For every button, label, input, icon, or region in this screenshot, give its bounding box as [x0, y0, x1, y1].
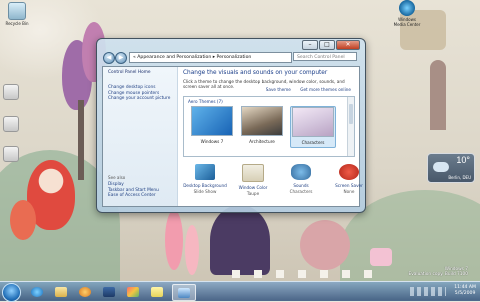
- window-color-icon: [242, 164, 264, 182]
- theme-name: Architecture: [249, 139, 275, 144]
- taskbar: 11:44 AM 5/5/2009: [0, 281, 480, 302]
- minimize-button[interactable]: –: [302, 40, 318, 50]
- main-pane: Change the visuals and sounds on your co…: [183, 70, 363, 206]
- theme-architecture[interactable]: Architecture: [240, 106, 284, 144]
- app-icon: [103, 287, 115, 297]
- clock-date: 5/5/2009: [454, 291, 476, 296]
- desktop-shortcut-icon[interactable]: [3, 146, 19, 162]
- wallpaper-character: [210, 205, 270, 275]
- theme-characters[interactable]: Characters: [290, 106, 336, 148]
- theme-links: Save theme Get more themes online: [258, 87, 351, 92]
- task-links: Change desktop icons Change mouse pointe…: [103, 85, 170, 102]
- wallpaper-cups: [232, 270, 382, 278]
- sounds-icon: [291, 164, 311, 180]
- recycle-bin-icon: [8, 2, 26, 20]
- screen-saver-setting[interactable]: Screen Saver None: [327, 164, 371, 194]
- taskbar-internet-explorer[interactable]: [26, 284, 48, 299]
- setting-value: None: [343, 189, 355, 194]
- sticky-notes-icon: [151, 287, 163, 297]
- taskbar-app[interactable]: [98, 284, 120, 299]
- desktop-icon-label: Windows Media Center: [393, 17, 421, 27]
- media-center-icon: [399, 0, 415, 16]
- desktop-background-icon: [195, 164, 215, 180]
- setting-label: Screen Saver: [335, 183, 363, 188]
- desktop-background-setting[interactable]: Desktop Background Slide Show: [183, 164, 227, 194]
- theme-name: Characters: [301, 140, 325, 145]
- setting-value: Taupe: [246, 191, 260, 196]
- theme-windows7[interactable]: Windows 7: [190, 106, 234, 144]
- theme-preview: [241, 106, 283, 136]
- theme-preview: [292, 107, 334, 137]
- taskbar-sticky-notes[interactable]: [146, 284, 168, 299]
- ease-of-access-link[interactable]: Ease of Access Center: [108, 193, 159, 199]
- notification-area[interactable]: [410, 287, 446, 296]
- wallpaper-doll: [10, 200, 36, 240]
- wallpaper-trunk: [78, 100, 84, 180]
- desktop-icon-media-center[interactable]: Windows Media Center: [392, 0, 422, 27]
- forward-button[interactable]: ▶: [115, 52, 127, 64]
- setting-value: Slide Show: [193, 189, 217, 194]
- paint-icon: [127, 287, 139, 297]
- taskbar-paint[interactable]: [122, 284, 144, 299]
- sounds-setting[interactable]: Sounds Characters: [279, 164, 323, 194]
- desktop-icon-label: Recycle Bin: [5, 21, 29, 26]
- change-account-picture-link[interactable]: Change your account picture: [108, 96, 170, 102]
- desktop-shortcut-icon[interactable]: [3, 116, 19, 132]
- personalization-window[interactable]: – □ ✕ ◀ ▶ « Appearance and Personalizati…: [96, 38, 366, 213]
- maximize-button[interactable]: □: [319, 40, 335, 50]
- taskbar-control-panel[interactable]: [172, 284, 196, 301]
- back-button[interactable]: ◀: [103, 52, 115, 64]
- window-controls: – □ ✕: [302, 40, 360, 50]
- see-also-label: See also: [108, 175, 126, 180]
- theme-name: Windows 7: [200, 139, 224, 144]
- wallpaper-plant: [185, 225, 199, 275]
- screen-saver-icon: [339, 164, 359, 180]
- weather-city: Berlin, DEU: [448, 175, 471, 180]
- window-content: Control Panel Home Change desktop icons …: [102, 66, 363, 207]
- taskbar-media-player[interactable]: [74, 284, 96, 299]
- address-bar[interactable]: « Appearance and Personalization ▸ Perso…: [129, 52, 292, 63]
- task-pane: Control Panel Home Change desktop icons …: [103, 67, 178, 206]
- navigation-bar: ◀ ▶ « Appearance and Personalization ▸ P…: [103, 52, 359, 64]
- control-panel-icon: [178, 288, 190, 298]
- theme-scrollbar[interactable]: [347, 97, 354, 156]
- page-title: Change the visuals and sounds on your co…: [183, 70, 328, 76]
- setting-label: Window Color: [238, 185, 268, 190]
- taskbar-windows-explorer[interactable]: [50, 284, 72, 299]
- theme-category-label: Aero Themes (7): [188, 99, 223, 104]
- internet-explorer-icon: [31, 287, 43, 297]
- window-color-setting[interactable]: Window Color Taupe: [231, 164, 275, 196]
- setting-label: Sounds: [293, 183, 309, 188]
- wallpaper-cake: [370, 248, 392, 266]
- wallpaper-tower: [430, 60, 446, 130]
- desktop-icon-recycle-bin[interactable]: Recycle Bin: [2, 2, 32, 26]
- cloud-icon: [433, 162, 449, 172]
- wallpaper-plant: [165, 210, 183, 270]
- see-also-links: Display Taskbar and Start Menu Ease of A…: [103, 182, 159, 199]
- evaluation-watermark: Windows 7 Evaluation copy. Build 7100: [408, 267, 468, 278]
- setting-value: Characters: [289, 189, 313, 194]
- save-theme-link[interactable]: Save theme: [266, 87, 291, 92]
- control-panel-home-link[interactable]: Control Panel Home: [108, 70, 151, 76]
- weather-temperature: 10°: [456, 155, 470, 165]
- theme-settings: Desktop Background Slide Show Window Col…: [183, 164, 363, 204]
- desktop-shortcut-icon[interactable]: [3, 84, 19, 100]
- close-button[interactable]: ✕: [336, 40, 360, 50]
- scrollbar-thumb[interactable]: [349, 104, 353, 124]
- theme-gallery: Aero Themes (7) Windows 7 Architecture C…: [183, 96, 355, 157]
- folder-icon: [55, 287, 67, 297]
- search-input[interactable]: Search Control Panel: [293, 52, 357, 61]
- theme-preview: [191, 106, 233, 136]
- clock[interactable]: 11:44 AM 5/5/2009: [454, 285, 476, 297]
- wallpaper-plant: [300, 220, 350, 270]
- watermark-build: Evaluation copy. Build 7100: [408, 272, 468, 278]
- get-more-themes-link[interactable]: Get more themes online: [300, 87, 351, 92]
- setting-label: Desktop Background: [183, 183, 227, 188]
- media-player-icon: [79, 287, 91, 297]
- start-button[interactable]: [2, 283, 21, 302]
- weather-gadget[interactable]: 10° Berlin, DEU: [427, 153, 475, 183]
